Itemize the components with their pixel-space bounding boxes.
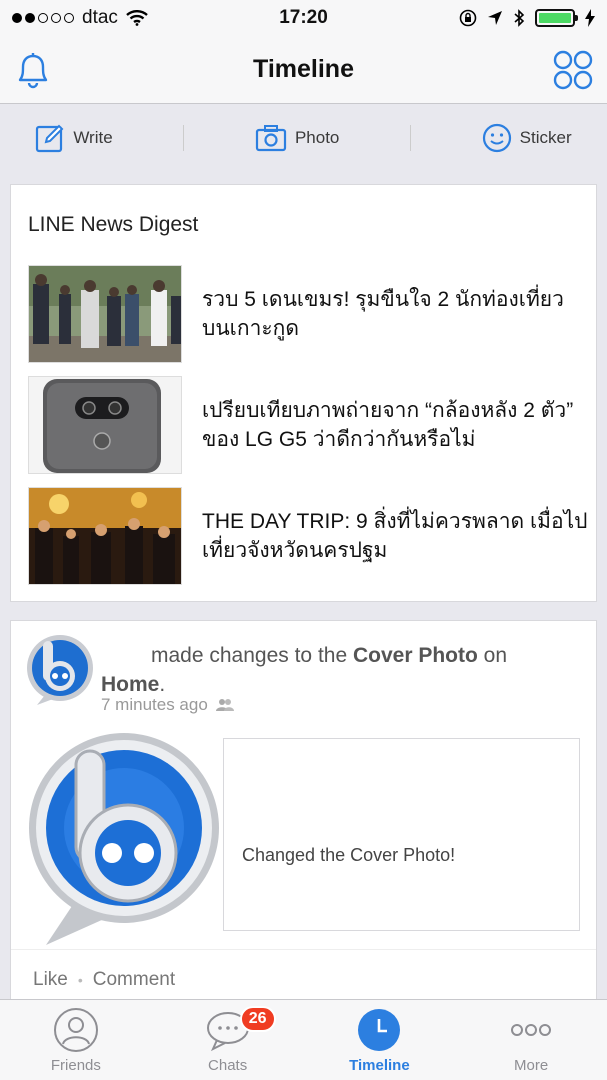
navigation-bar: Timeline: [0, 36, 607, 104]
friends-icon: [53, 1008, 98, 1052]
tab-chats[interactable]: Chats 26: [152, 1000, 304, 1080]
wifi-icon: [126, 10, 148, 26]
clock-icon: [358, 1009, 401, 1051]
news-item[interactable]: รวบ 5 เดนเขมร! รุมขืนใจ 2 นักท่องเที่ยวบ…: [28, 265, 588, 363]
unread-badge: 26: [239, 1006, 276, 1032]
tab-label: More: [514, 1057, 549, 1074]
news-headline: เปรียบเทียบภาพถ่ายจาก “กล้องหลัง 2 ตัว” …: [202, 399, 574, 451]
location-arrow-icon: [488, 11, 502, 25]
post-actions: Like • Comment: [33, 969, 175, 991]
status-left: dtac: [12, 7, 212, 29]
carrier-name: dtac: [82, 7, 118, 28]
post-timestamp-row: 7 minutes ago: [101, 695, 234, 715]
grid-apps-icon[interactable]: [553, 50, 593, 90]
news-digest-card: LINE News Digest รวบ 5 เดนเขมร! รุมขืนใจ…: [10, 184, 597, 602]
separator-dot: •: [77, 972, 83, 988]
post-place-link[interactable]: Home: [101, 673, 159, 696]
smiley-icon: [482, 123, 511, 153]
charging-bolt-icon: [585, 9, 595, 27]
like-button[interactable]: Like: [33, 969, 68, 991]
status-bar: dtac 17:20: [0, 0, 607, 36]
tab-more[interactable]: More: [455, 1000, 607, 1080]
bluetooth-icon: [514, 9, 525, 27]
post-action-text: made changes to the: [151, 644, 348, 667]
news-thumbnail-phone: [28, 376, 182, 474]
write-label: Write: [73, 128, 113, 147]
compose-bar: Write Photo Sticker: [0, 105, 607, 171]
post-timestamp: 7 minutes ago: [101, 695, 208, 714]
news-item[interactable]: เปรียบเทียบภาพถ่ายจาก “กล้องหลัง 2 ตัว” …: [28, 376, 588, 474]
tab-label: Chats: [208, 1057, 248, 1074]
photo-button[interactable]: Photo: [255, 124, 339, 152]
post-header: made changes to the Cover Photo on Home.: [101, 641, 571, 699]
tab-bar: Friends Chats 26 Timeline More: [0, 999, 607, 1080]
write-button[interactable]: Write: [35, 123, 113, 153]
battery-icon: [535, 9, 578, 27]
more-dots-icon: [511, 1024, 552, 1036]
news-thumbnail-market: [28, 487, 182, 585]
rotation-lock-icon: [459, 9, 477, 27]
cover-caption: Changed the Cover Photo!: [242, 845, 456, 865]
divider: [183, 125, 185, 151]
post-target-link[interactable]: Cover Photo: [353, 644, 478, 667]
avatar[interactable]: [23, 633, 97, 707]
cover-logo-image: [29, 733, 219, 945]
cover-photo-preview[interactable]: Changed the Cover Photo!: [223, 738, 580, 931]
sticker-label: Sticker: [519, 128, 572, 147]
divider: [410, 125, 412, 151]
signal-strength-icon: [12, 13, 74, 23]
bell-icon[interactable]: [14, 50, 52, 90]
news-thumbnail-crowd: [28, 265, 182, 363]
status-right: [395, 9, 595, 27]
friends-privacy-icon: [215, 699, 234, 711]
tab-label: Timeline: [349, 1057, 410, 1074]
timeline-post-card: made changes to the Cover Photo on Home.…: [10, 620, 597, 1005]
news-digest-title: LINE News Digest: [28, 213, 199, 236]
news-headline: รวบ 5 เดนเขมร! รุมขืนใจ 2 นักท่องเที่ยวบ…: [202, 288, 564, 340]
tab-label: Friends: [50, 1057, 101, 1074]
divider: [11, 949, 596, 950]
tab-friends[interactable]: Friends: [0, 1000, 152, 1080]
comment-button[interactable]: Comment: [93, 969, 175, 991]
page-title: Timeline: [253, 55, 354, 83]
tab-timeline[interactable]: Timeline: [304, 1000, 456, 1080]
pencil-edit-icon: [36, 124, 64, 153]
news-item[interactable]: THE DAY TRIP: 9 สิ่งที่ไม่ควรพลาด เมื่อไ…: [28, 487, 588, 585]
photo-label: Photo: [294, 128, 340, 147]
sticker-button[interactable]: Sticker: [482, 123, 572, 153]
camera-icon: [255, 125, 287, 152]
post-on-text: on: [483, 644, 508, 667]
period: .: [159, 673, 166, 696]
status-time: 17:20: [279, 7, 328, 28]
news-headline: THE DAY TRIP: 9 สิ่งที่ไม่ควรพลาด เมื่อไ…: [202, 510, 588, 562]
